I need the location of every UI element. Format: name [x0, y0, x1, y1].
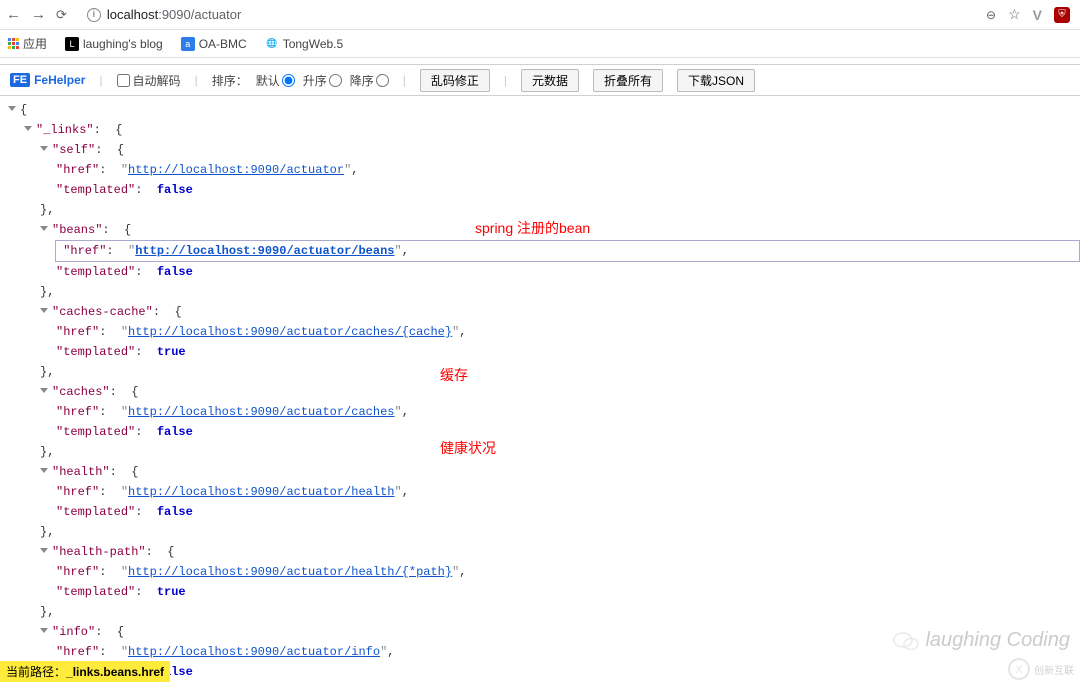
site-info-icon[interactable]: i	[87, 8, 101, 22]
favicon-icon: a	[181, 37, 195, 51]
toggle-icon[interactable]	[24, 126, 32, 131]
fehelper-logo[interactable]: FEFeHelper	[10, 73, 85, 87]
bookmark-label: TongWeb.5	[283, 37, 344, 51]
current-path-indicator: 当前路径：_links.beans.href	[0, 661, 170, 682]
json-viewer: { "_links": { "self": { "href": "http://…	[0, 96, 1080, 682]
toggle-icon[interactable]	[40, 468, 48, 473]
toggle-icon[interactable]	[40, 388, 48, 393]
toggle-icon[interactable]	[40, 548, 48, 553]
apps-grid-icon	[8, 38, 19, 49]
favicon-icon: L	[65, 37, 79, 51]
annotation-health: 健康状况	[440, 438, 496, 458]
annotation-beans: spring 注册的bean	[475, 218, 590, 238]
toggle-icon[interactable]	[40, 308, 48, 313]
annotation-caches: 缓存	[440, 365, 468, 385]
selected-json-row[interactable]: "href": "http://localhost:9090/actuator/…	[55, 240, 1080, 262]
json-link[interactable]: http://localhost:9090/actuator/caches/{c…	[128, 325, 452, 339]
metadata-button[interactable]: 元数据	[521, 69, 579, 92]
json-link[interactable]: http://localhost:9090/actuator	[128, 163, 344, 177]
watermark: laughing Coding	[893, 629, 1070, 652]
reload-button[interactable]: ⟳	[56, 7, 67, 23]
browser-navigation-bar: ← → ⟳ i localhost:9090/actuator ⊖ ☆ V ⛨	[0, 0, 1080, 30]
bookmark-label: OA-BMC	[199, 37, 247, 51]
back-button[interactable]: ←	[6, 6, 21, 23]
bookmark-item[interactable]: L laughing's blog	[65, 37, 163, 51]
sort-desc-radio[interactable]: 降序	[350, 72, 389, 89]
bookmark-star-icon[interactable]: ☆	[1008, 6, 1021, 23]
fehelper-toolbar: FEFeHelper | 自动解码 | 排序： 默认 升序 降序 | 乱码修正 …	[0, 64, 1080, 96]
json-link[interactable]: http://localhost:9090/actuator/beans	[135, 244, 394, 258]
globe-icon: 🌐	[265, 37, 279, 51]
toggle-icon[interactable]	[40, 226, 48, 231]
toggle-icon[interactable]	[8, 106, 16, 111]
address-bar[interactable]: i localhost:9090/actuator	[87, 7, 976, 22]
fold-all-button[interactable]: 折叠所有	[593, 69, 663, 92]
wechat-icon	[893, 630, 919, 652]
zoom-icon[interactable]: ⊖	[986, 8, 996, 22]
sort-label: 排序：	[212, 72, 248, 89]
sort-default-radio[interactable]: 默认	[256, 72, 295, 89]
bookmarks-bar: 应用 L laughing's blog a OA-BMC 🌐 TongWeb.…	[0, 30, 1080, 58]
sort-asc-radio[interactable]: 升序	[303, 72, 342, 89]
json-link[interactable]: http://localhost:9090/actuator/info	[128, 645, 380, 659]
json-link[interactable]: http://localhost:9090/actuator/caches	[128, 405, 394, 419]
apps-shortcut[interactable]: 应用	[8, 35, 47, 52]
toggle-icon[interactable]	[40, 146, 48, 151]
fix-encoding-button[interactable]: 乱码修正	[420, 69, 490, 92]
svg-text:X: X	[1015, 664, 1023, 676]
forward-button[interactable]: →	[31, 6, 46, 23]
download-json-button[interactable]: 下载JSON	[677, 69, 755, 92]
url-text: localhost:9090/actuator	[107, 7, 241, 22]
apps-label: 应用	[23, 35, 47, 52]
sort-options: 排序： 默认 升序 降序	[212, 72, 389, 89]
bookmark-item[interactable]: 🌐 TongWeb.5	[265, 37, 344, 51]
json-link[interactable]: http://localhost:9090/actuator/health/{*…	[128, 565, 452, 579]
bookmark-label: laughing's blog	[83, 37, 163, 51]
toggle-icon[interactable]	[40, 628, 48, 633]
cx-logo: X 创新互联	[1008, 658, 1074, 680]
json-link[interactable]: http://localhost:9090/actuator/health	[128, 485, 394, 499]
auto-decode-checkbox[interactable]: 自动解码	[117, 72, 181, 89]
bookmark-item[interactable]: a OA-BMC	[181, 37, 247, 51]
extension-v-icon[interactable]: V	[1033, 7, 1042, 23]
adblock-shield-icon[interactable]: ⛨	[1054, 7, 1070, 23]
